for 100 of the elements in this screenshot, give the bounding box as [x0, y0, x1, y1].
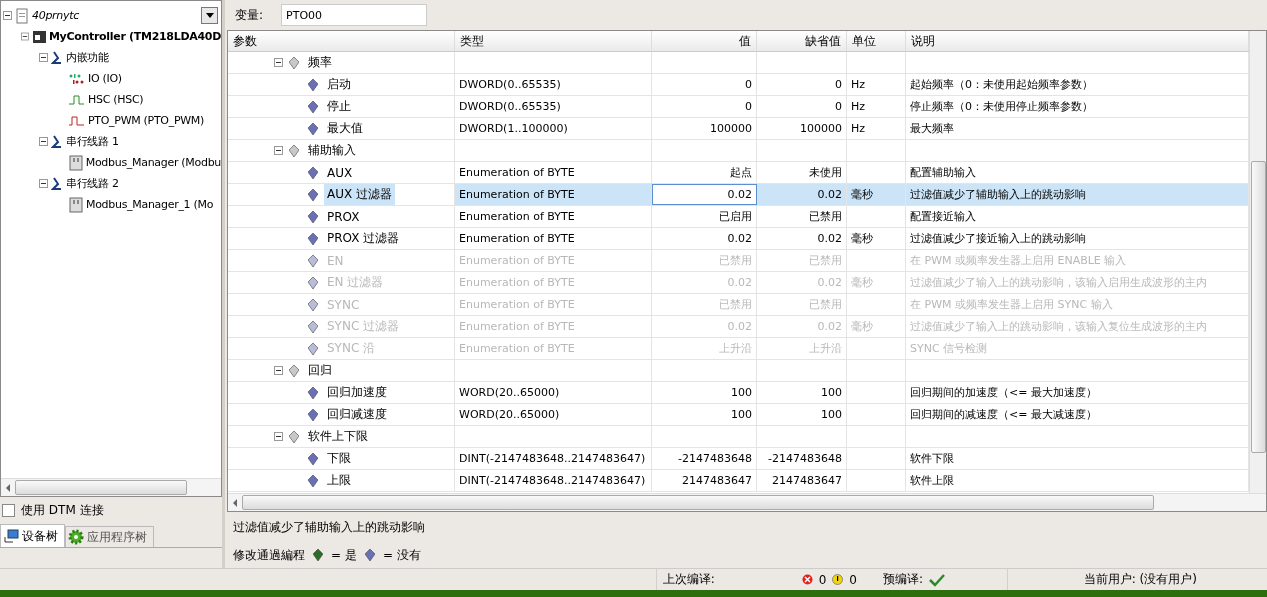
scroll-left-icon[interactable] — [232, 498, 238, 507]
collapse-icon[interactable] — [39, 179, 48, 188]
parameter-name[interactable]: PROX — [324, 206, 363, 227]
tree-item[interactable]: 串行线路 2 — [66, 176, 119, 191]
value-cell[interactable]: 2147483647 — [652, 470, 757, 491]
parameter-name[interactable]: 启动 — [324, 74, 354, 95]
parameter-icon — [308, 166, 318, 179]
description-text: 过滤值减少了辅助输入上的跳动影响 — [233, 518, 425, 536]
parameter-icon — [308, 386, 318, 399]
tab[interactable]: 应用程序树 — [65, 526, 154, 547]
io-icon — [69, 72, 85, 85]
value-cell[interactable]: 0.02 — [652, 184, 757, 205]
parameter-icon — [308, 232, 318, 245]
type-cell: Enumeration of BYTE — [455, 338, 652, 359]
parameter-name[interactable]: 停止 — [324, 96, 354, 117]
parameter-name[interactable]: 下限 — [324, 448, 354, 469]
default-cell: 0.02 — [757, 228, 847, 249]
value-cell[interactable]: 0.02 — [652, 228, 757, 249]
legend-label: 修改通過編程 — [233, 546, 305, 564]
column-header[interactable]: 参数 — [228, 31, 455, 51]
column-header[interactable]: 值 — [652, 31, 757, 51]
unit-cell: Hz — [847, 118, 906, 139]
unit-cell: 毫秒 — [847, 228, 906, 249]
tree-item[interactable]: 内嵌功能 — [66, 50, 109, 65]
tree-item[interactable]: 40prnytc — [32, 9, 79, 22]
value-cell[interactable]: 100000 — [652, 118, 757, 139]
parameter-name[interactable]: 最大值 — [324, 118, 366, 139]
collapse-icon[interactable] — [274, 432, 283, 441]
scroll-left-icon[interactable] — [5, 483, 11, 492]
value-cell[interactable]: 0 — [652, 96, 757, 117]
parameter-name[interactable]: 回归加速度 — [324, 382, 390, 403]
error-count: 0 — [818, 572, 827, 587]
gear-icon — [68, 529, 84, 545]
document-icon — [15, 7, 29, 24]
tree-item[interactable]: MyController (TM218LDA40D — [48, 30, 221, 43]
parameter-group-icon — [289, 144, 299, 157]
type-cell: Enumeration of BYTE — [455, 206, 652, 227]
pulse-icon — [69, 115, 85, 126]
tab[interactable]: 设备树 — [0, 524, 65, 547]
collapse-icon[interactable] — [3, 11, 12, 20]
default-cell: 2147483647 — [757, 470, 847, 491]
error-icon — [801, 574, 813, 586]
type-cell: Enumeration of BYTE — [455, 162, 652, 183]
parameter-icon — [308, 298, 318, 311]
vertical-scrollbar[interactable] — [1249, 31, 1266, 493]
tree-item[interactable]: IO (IO) — [88, 72, 122, 85]
legend-text: = 是 — [331, 546, 357, 564]
type-cell: Enumeration of BYTE — [455, 184, 652, 205]
horizontal-scrollbar[interactable] — [228, 493, 1266, 511]
value-cell[interactable]: 100 — [652, 382, 757, 403]
collapse-icon[interactable] — [274, 58, 283, 67]
parameter-icon — [308, 188, 318, 201]
default-cell: 已禁用 — [757, 206, 847, 227]
checkbox[interactable] — [2, 503, 15, 517]
collapse-icon[interactable] — [21, 32, 29, 41]
variable-field[interactable]: PTO00 — [281, 4, 428, 26]
value-cell[interactable]: -2147483648 — [652, 448, 757, 469]
tree-item[interactable]: Modbus_Manager (Modbu — [85, 156, 221, 169]
dropdown-button[interactable] — [201, 7, 218, 24]
collapse-icon[interactable] — [274, 366, 283, 375]
value-cell[interactable]: 0 — [652, 74, 757, 95]
parameter-icon — [308, 210, 318, 223]
column-header[interactable]: 类型 — [455, 31, 652, 51]
parameter-group-icon — [289, 430, 299, 443]
column-header[interactable]: 缺省值 — [757, 31, 847, 51]
value-cell[interactable]: 已启用 — [652, 206, 757, 227]
unit-cell: Hz — [847, 96, 906, 117]
tree-item[interactable]: HSC (HSC) — [88, 93, 144, 106]
parameter-group-icon — [289, 56, 299, 69]
parameter-name[interactable]: 上限 — [324, 470, 354, 491]
column-header[interactable]: 单位 — [847, 31, 906, 51]
horizontal-scrollbar[interactable] — [1, 478, 221, 496]
value-cell[interactable]: 起点 — [652, 162, 757, 183]
parameter-name[interactable]: 回归减速度 — [324, 404, 390, 425]
computer-icon — [3, 529, 19, 543]
parameter-name[interactable]: AUX — [324, 162, 356, 183]
tree-item[interactable]: PTO_PWM (PTO_PWM) — [88, 114, 204, 127]
value-cell[interactable]: 100 — [652, 404, 757, 425]
parameter-name[interactable]: PROX 过滤器 — [324, 228, 403, 249]
default-cell: 0.02 — [757, 272, 847, 293]
tree-item[interactable]: 串行线路 1 — [66, 134, 119, 149]
collapse-icon[interactable] — [274, 146, 283, 155]
unit-cell: Hz — [847, 74, 906, 95]
warning-count: 0 — [849, 572, 857, 587]
parameter-icon — [308, 474, 318, 487]
type-cell: Enumeration of BYTE — [455, 316, 652, 337]
connector-icon — [51, 50, 63, 65]
collapse-icon[interactable] — [39, 53, 48, 62]
parameter-group: 回归 — [305, 360, 335, 381]
default-cell: 已禁用 — [757, 250, 847, 271]
default-cell: 100 — [757, 404, 847, 425]
type-cell: WORD(20..65000) — [455, 404, 652, 425]
tree-item[interactable]: Modbus_Manager_1 (Mo — [86, 198, 214, 211]
default-cell: -2147483648 — [757, 448, 847, 469]
collapse-icon[interactable] — [39, 137, 48, 146]
default-cell: 上升沿 — [757, 338, 847, 359]
parameter-icon — [308, 78, 318, 91]
parameter-name[interactable]: AUX 过滤器 — [324, 184, 396, 205]
parameter-icon — [308, 408, 318, 421]
type-cell: Enumeration of BYTE — [455, 250, 652, 271]
